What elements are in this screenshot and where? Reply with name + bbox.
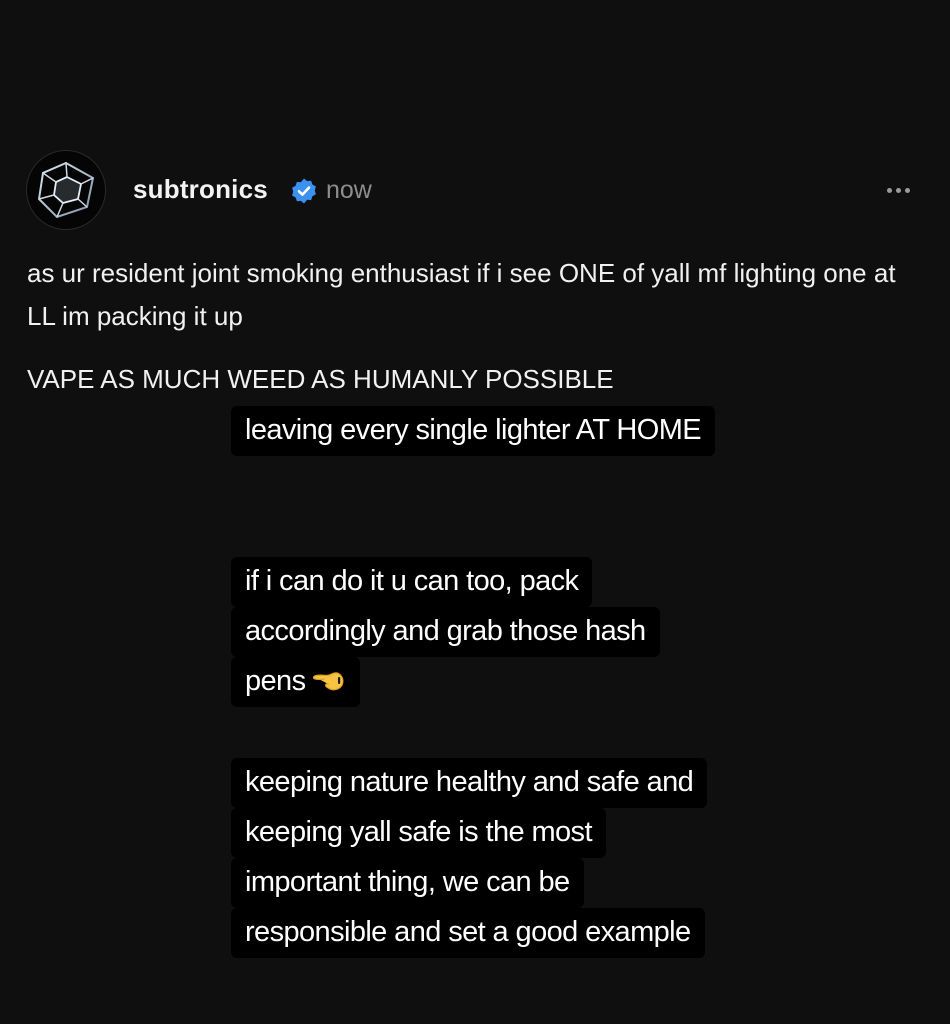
more-options-button[interactable] (878, 178, 918, 202)
timestamp: now (326, 176, 372, 204)
caption-line: if i can do it u can too, pack (231, 557, 593, 607)
more-dot-icon (904, 187, 910, 193)
caption-line: responsible and set a good example (231, 908, 705, 958)
caption-block-3: keeping nature healthy and safe and keep… (231, 758, 731, 958)
caption-line: keeping yall safe is the most (231, 808, 606, 858)
tesseract-logo-icon (37, 161, 95, 219)
caption-block-1: leaving every single lighter AT HOME (231, 406, 731, 456)
post-text: as ur resident joint smoking enthusiast … (27, 252, 907, 401)
caption-line: leaving every single lighter AT HOME (231, 406, 716, 456)
pointing-left-hand-icon (312, 672, 343, 691)
caption-line: keeping nature healthy and safe and (231, 758, 708, 808)
caption-line: accordingly and grab those hash (231, 607, 660, 657)
caption-line: important thing, we can be (231, 858, 584, 908)
caption-line-text: pens (245, 665, 306, 697)
more-dot-icon (895, 187, 901, 193)
post-text-paragraph-1: as ur resident joint smoking enthusiast … (27, 258, 896, 331)
avatar[interactable] (26, 150, 106, 230)
post-text-paragraph-2: VAPE AS MUCH WEED AS HUMANLY POSSIBLE (27, 364, 614, 394)
caption-block-2: if i can do it u can too, pack according… (231, 557, 731, 707)
post-header: subtronics now (26, 150, 926, 230)
more-dot-icon (886, 187, 892, 193)
caption-line-with-emoji: pens (231, 657, 360, 707)
username[interactable]: subtronics (133, 174, 268, 205)
verified-badge-icon (292, 178, 316, 204)
